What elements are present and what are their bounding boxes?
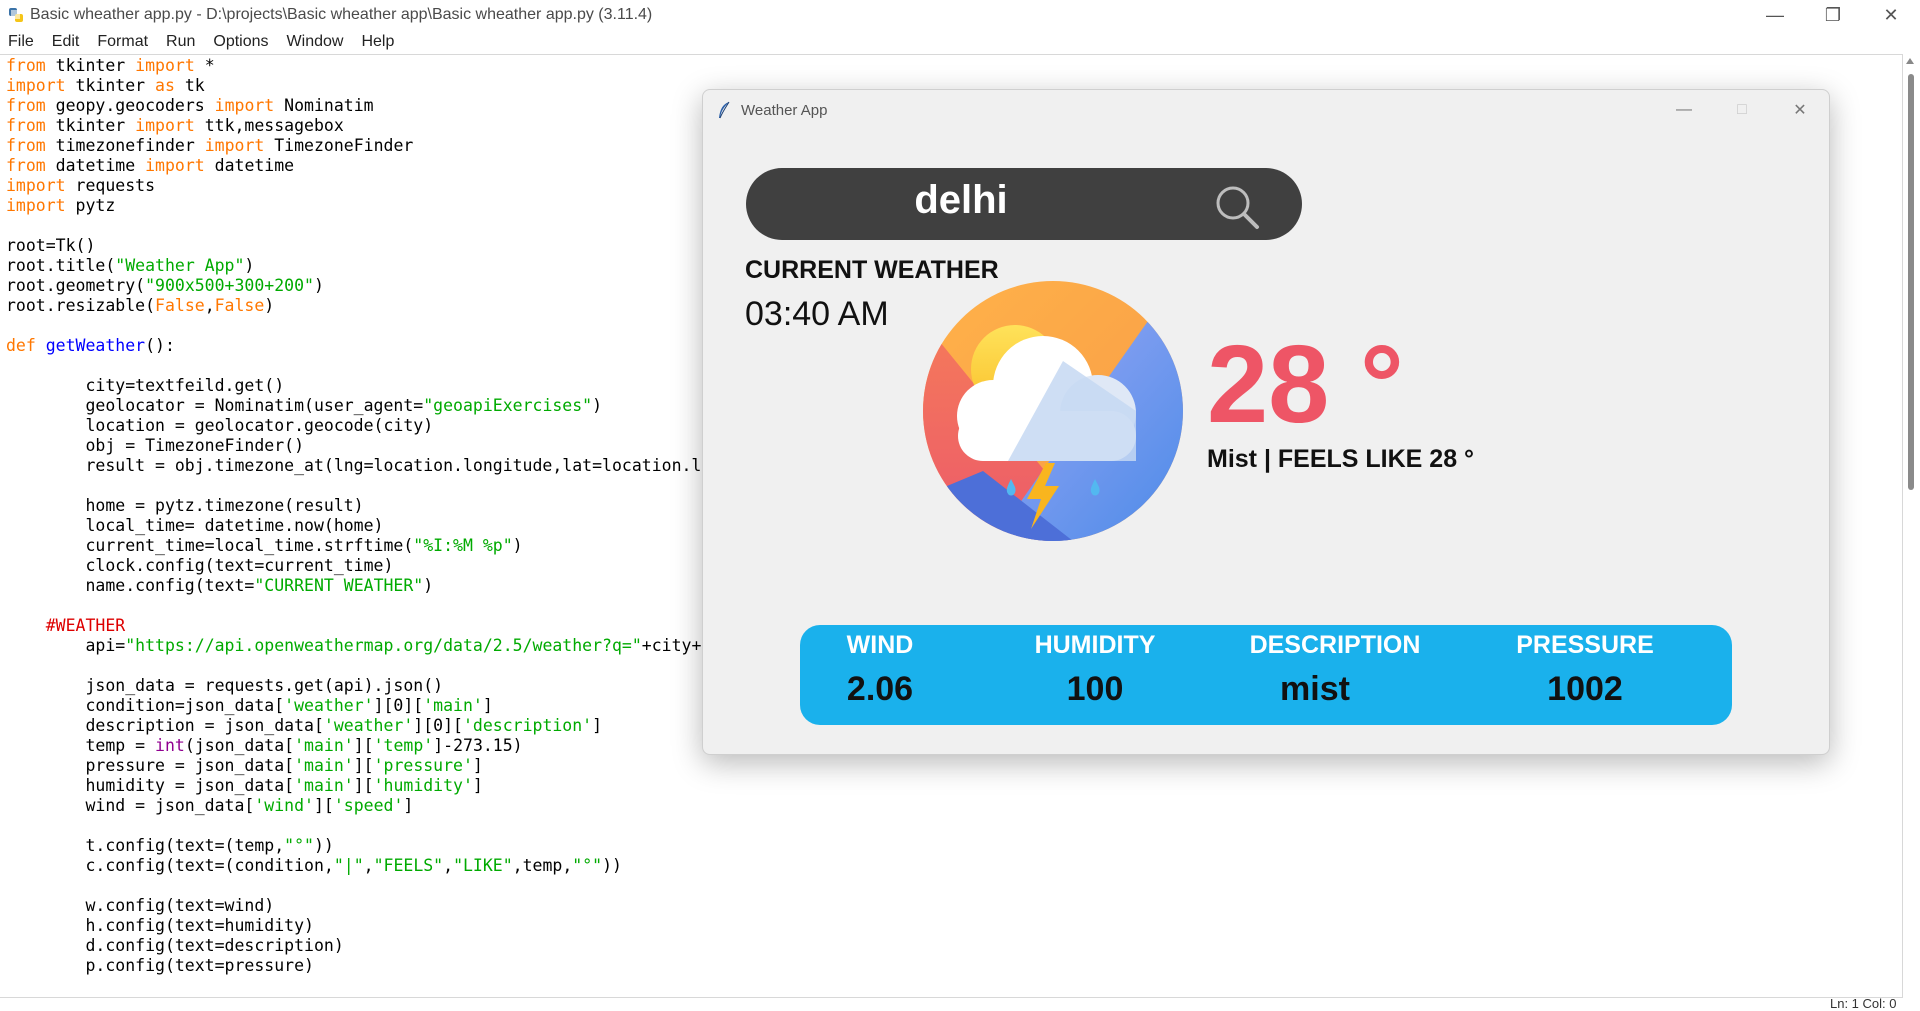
code-line: home = pytz.timezone(result)	[6, 496, 364, 515]
pressure-value: 1002	[1547, 670, 1623, 708]
code-line: result = obj.timezone_at(lng=location.lo…	[6, 456, 702, 475]
idle-menubar: File Edit Format Run Options Window Help	[0, 30, 1920, 54]
clock-time: 03:40 AM	[745, 295, 889, 333]
code-line: import tkinter as tk	[6, 76, 205, 95]
code-line: t.config(text=(temp,"°"))	[6, 836, 334, 855]
code-line: temp = int(json_data['main']['temp']-273…	[6, 736, 523, 755]
code-line: clock.config(text=current_time)	[6, 556, 394, 575]
code-line: from timezonefinder import TimezoneFinde…	[6, 136, 414, 155]
python-icon	[9, 8, 23, 22]
idle-titlebar: Basic wheather app.py - D:\projects\Basi…	[0, 0, 1920, 30]
code-line: obj = TimezoneFinder()	[6, 436, 305, 455]
wind-label: WIND	[846, 631, 914, 659]
description-label: DESCRIPTION	[1249, 631, 1421, 659]
code-line: location = geolocator.geocode(city)	[6, 416, 434, 435]
restore-button[interactable]: ❐	[1804, 0, 1862, 30]
weather-close-button[interactable]: ✕	[1771, 90, 1829, 130]
code-line: import requests	[6, 176, 156, 195]
code-line: json_data = requests.get(api).json()	[6, 676, 444, 695]
code-comment: #WEATHER	[6, 616, 126, 635]
code-line: root.resizable(False,False)	[6, 296, 275, 315]
search-box: delhi	[746, 168, 1302, 240]
menu-help[interactable]: Help	[352, 33, 403, 51]
weather-info-bar: WIND 2.06 HUMIDITY 100 DESCRIPTION mist …	[800, 625, 1732, 725]
tk-feather-icon	[719, 101, 730, 119]
code-line: p.config(text=pressure)	[6, 956, 314, 975]
code-line: current_time=local_time.strftime("%I:%M …	[6, 536, 523, 555]
code-line: pressure = json_data['main']['pressure']	[6, 756, 483, 775]
code-line: local_time= datetime.now(home)	[6, 516, 384, 535]
code-line: h.config(text=humidity)	[6, 916, 314, 935]
humidity-label: HUMIDITY	[1034, 631, 1156, 659]
code-line: from geopy.geocoders import Nominatim	[6, 96, 374, 115]
editor-scrollbar-thumb[interactable]	[1908, 74, 1914, 490]
weather-app-titlebar: Weather App — □ ✕	[703, 90, 1829, 130]
close-button[interactable]: ✕	[1862, 0, 1920, 30]
pressure-column: PRESSURE 1002	[1500, 631, 1670, 709]
code-line: root.title("Weather App")	[6, 256, 255, 275]
condition-text: Mist | FEELS LIKE 28 °	[1207, 445, 1475, 473]
weather-logo-icon	[923, 281, 1183, 541]
code-editor[interactable]: from tkinter import * import tkinter as …	[6, 56, 701, 976]
code-line: def getWeather():	[6, 336, 175, 355]
minimize-button[interactable]: —	[1746, 0, 1804, 30]
menu-window[interactable]: Window	[278, 33, 353, 51]
code-line: condition=json_data['weather'][0]['main'…	[6, 696, 493, 715]
code-line: root=Tk()	[6, 236, 96, 255]
weather-minimize-button[interactable]: —	[1655, 90, 1713, 130]
code-line: from tkinter import *	[6, 56, 215, 75]
code-line: w.config(text=wind)	[6, 896, 275, 915]
weather-maximize-button: □	[1737, 101, 1747, 118]
description-value: mist	[1280, 670, 1350, 708]
code-line: api="https://api.openweathermap.org/data…	[6, 636, 702, 655]
weather-app-title: Weather App	[741, 101, 828, 119]
pressure-label: PRESSURE	[1516, 631, 1654, 659]
temperature-value: 28 °	[1207, 323, 1404, 446]
code-line: import pytz	[6, 196, 116, 215]
code-line: from datetime import datetime	[6, 156, 295, 175]
code-line: d.config(text=description)	[6, 936, 344, 955]
code-line: root.geometry("900x500+300+200")	[6, 276, 324, 295]
menu-options[interactable]: Options	[204, 33, 277, 51]
wind-value: 2.06	[846, 670, 914, 708]
code-line: city=textfeild.get()	[6, 376, 285, 395]
code-line: geolocator = Nominatim(user_agent="geoap…	[6, 396, 603, 415]
menu-edit[interactable]: Edit	[43, 33, 89, 51]
code-line: c.config(text=(condition,"|","FEELS","LI…	[6, 856, 622, 875]
editor-status: Ln: 1 Col: 0	[1830, 996, 1897, 1011]
code-line: wind = json_data['wind']['speed']	[6, 796, 414, 815]
humidity-column: HUMIDITY 100	[1010, 631, 1180, 709]
idle-window-title: Basic wheather app.py - D:\projects\Basi…	[30, 6, 653, 23]
scroll-up-arrow-icon[interactable]	[1906, 58, 1914, 64]
humidity-value: 100	[1066, 670, 1124, 708]
description-column: DESCRIPTION mist	[1225, 631, 1445, 709]
menu-run[interactable]: Run	[157, 33, 204, 51]
search-icon[interactable]	[1213, 183, 1261, 231]
search-input[interactable]: delhi	[746, 178, 1176, 223]
menu-file[interactable]: File	[0, 33, 43, 51]
code-line: from tkinter import ttk,messagebox	[6, 116, 344, 135]
code-line: name.config(text="CURRENT WEATHER")	[6, 576, 434, 595]
code-line: description = json_data['weather'][0]['d…	[6, 716, 603, 735]
weather-app-window: Weather App — □ ✕ delhi CURRENT WEATHER …	[702, 89, 1830, 755]
code-line: humidity = json_data['main']['humidity']	[6, 776, 483, 795]
wind-column: WIND 2.06	[830, 631, 930, 709]
menu-format[interactable]: Format	[88, 33, 157, 51]
